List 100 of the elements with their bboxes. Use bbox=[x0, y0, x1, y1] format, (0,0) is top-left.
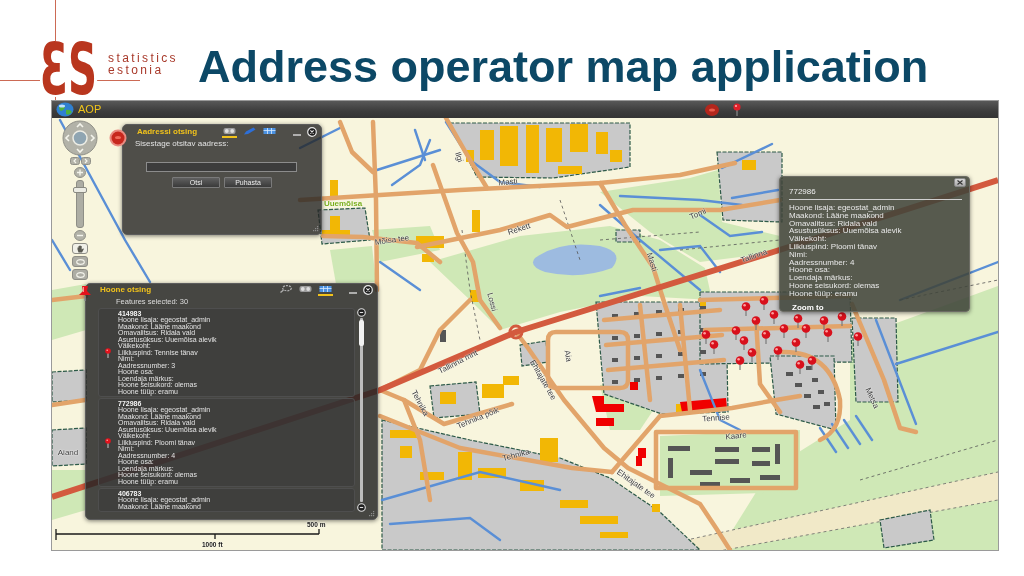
map-pin-icon[interactable] bbox=[853, 332, 863, 346]
pushpin-icon[interactable] bbox=[733, 103, 741, 116]
feature-id: 772986 bbox=[789, 187, 817, 196]
house bbox=[700, 482, 720, 487]
building bbox=[600, 532, 628, 538]
map-pin-icon[interactable] bbox=[793, 314, 803, 328]
ellipse-tool-button[interactable] bbox=[72, 269, 88, 280]
building bbox=[558, 166, 582, 174]
zoom-in-button[interactable] bbox=[74, 167, 86, 178]
street-label: Mõisa tee bbox=[374, 233, 410, 247]
pushpin-icon[interactable] bbox=[78, 285, 92, 301]
map-pin-icon[interactable] bbox=[701, 330, 711, 344]
lasso-icon bbox=[279, 285, 292, 293]
building bbox=[596, 132, 608, 154]
zoom-slider-thumb[interactable] bbox=[73, 187, 87, 194]
street-label: Rekett bbox=[506, 221, 532, 237]
close-icon[interactable] bbox=[307, 127, 317, 137]
dot-icon[interactable] bbox=[705, 103, 719, 116]
zoom-out-button[interactable] bbox=[74, 230, 86, 241]
street-label: Aiand bbox=[57, 447, 79, 457]
map-pin-icon[interactable] bbox=[761, 330, 771, 344]
address-input[interactable] bbox=[146, 162, 297, 172]
dot-icon[interactable] bbox=[109, 129, 127, 147]
map-pin-icon[interactable] bbox=[779, 324, 789, 338]
house bbox=[690, 470, 712, 475]
binoculars-icon bbox=[299, 285, 312, 293]
zoom-slider-track[interactable] bbox=[76, 180, 84, 228]
close-icon bbox=[957, 180, 963, 185]
feature-field: Asustusüksus: Uuemõisa alevik bbox=[789, 227, 966, 236]
app-title: AOP bbox=[78, 103, 102, 116]
street-label: Ilgi bbox=[453, 150, 465, 164]
feature-field: Hoone seisukord: olemas bbox=[789, 281, 966, 290]
feature-field: Omavalitsus: Ridala vald bbox=[789, 219, 966, 228]
feature-field: Hoone tüüp: eramu bbox=[789, 289, 966, 298]
globe-icon bbox=[56, 102, 74, 117]
map-pin-icon[interactable] bbox=[747, 348, 757, 362]
panel-tab[interactable] bbox=[318, 284, 333, 296]
built-up-area bbox=[879, 509, 935, 549]
result-card[interactable] bbox=[98, 398, 355, 487]
map-pin-icon[interactable] bbox=[819, 316, 829, 330]
building bbox=[526, 125, 539, 173]
map-pin-icon[interactable] bbox=[731, 326, 741, 340]
map-pin-icon[interactable] bbox=[807, 356, 817, 370]
waterway bbox=[720, 142, 774, 170]
resize-grip-icon[interactable] bbox=[369, 511, 375, 517]
map-pin-icon[interactable] bbox=[773, 346, 783, 360]
map-pin-icon[interactable] bbox=[739, 336, 749, 350]
house bbox=[678, 374, 684, 378]
street-label: Aia bbox=[562, 349, 574, 363]
map-pin-icon[interactable] bbox=[795, 360, 805, 374]
map-pin-icon[interactable] bbox=[769, 310, 779, 324]
panel-title: Aadressi otsing bbox=[137, 127, 197, 137]
resize-grip-icon[interactable] bbox=[313, 226, 319, 232]
map-pin-icon[interactable] bbox=[741, 302, 751, 316]
scrollbar-thumb[interactable] bbox=[359, 320, 364, 346]
panel-tab[interactable] bbox=[222, 126, 237, 138]
building bbox=[500, 126, 518, 166]
pushpin-icon bbox=[105, 347, 111, 358]
scroll-down-button[interactable] bbox=[357, 503, 366, 512]
house bbox=[668, 458, 673, 478]
hand-tool-button[interactable] bbox=[72, 243, 88, 254]
panel-tab[interactable] bbox=[278, 284, 293, 296]
hand-icon bbox=[75, 244, 85, 253]
map-pin-icon[interactable] bbox=[837, 312, 847, 326]
house bbox=[634, 312, 640, 316]
scroll-up-button[interactable] bbox=[357, 308, 366, 317]
house bbox=[656, 332, 662, 336]
map-pin-icon[interactable] bbox=[709, 340, 719, 354]
slide-title: Address operator map application bbox=[198, 41, 929, 93]
forward-arrow-icon[interactable] bbox=[80, 157, 91, 165]
built-up-area bbox=[52, 427, 87, 467]
pan-control[interactable] bbox=[62, 120, 98, 156]
house bbox=[715, 447, 739, 452]
feature-field: Hoone lisaja: egeostat_admin bbox=[789, 204, 966, 212]
street-label: Lossi bbox=[485, 291, 499, 313]
building bbox=[458, 452, 472, 480]
close-icon[interactable] bbox=[363, 285, 373, 295]
house bbox=[440, 330, 446, 342]
map-pin-icon[interactable] bbox=[823, 328, 833, 342]
map-pin-icon[interactable] bbox=[801, 324, 811, 338]
map-pin-icon[interactable] bbox=[791, 338, 801, 352]
panel-title: Hoone otsing bbox=[100, 285, 152, 295]
back-arrow-icon[interactable] bbox=[69, 157, 80, 165]
map-pin-icon[interactable] bbox=[735, 356, 745, 370]
close-button[interactable] bbox=[954, 178, 966, 187]
scrollbar-track[interactable] bbox=[360, 318, 363, 502]
ellipse-tool-button[interactable] bbox=[72, 256, 88, 267]
feature-field: Väikekoht: bbox=[789, 235, 966, 243]
building bbox=[470, 290, 480, 302]
result-card[interactable] bbox=[98, 308, 355, 397]
building bbox=[652, 504, 660, 512]
building bbox=[400, 446, 412, 458]
house bbox=[656, 354, 662, 358]
pushpin-icon bbox=[105, 437, 111, 448]
feature-field: Maakond: Lääne maakond bbox=[789, 211, 966, 220]
map-pin-icon[interactable] bbox=[751, 316, 761, 330]
zoom-to-link[interactable]: Zoom to bbox=[792, 302, 824, 313]
building bbox=[478, 468, 506, 478]
logo-mark: ƐS bbox=[40, 41, 98, 97]
map-pin-icon[interactable] bbox=[759, 296, 769, 310]
